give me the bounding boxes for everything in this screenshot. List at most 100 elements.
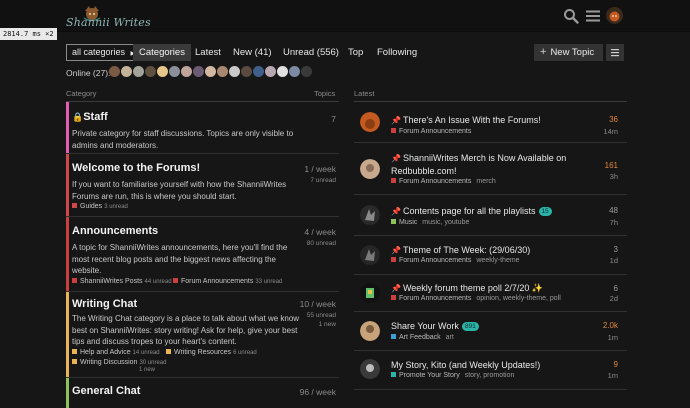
topic-tags[interactable]: weekly-theme (476, 257, 519, 264)
topic-title[interactable]: 📌 ShanniiWrites Merch is Now Available on… (391, 152, 571, 177)
topic-title[interactable]: Share Your Work 891 (391, 320, 571, 332)
reply-count[interactable]: 36 (609, 115, 618, 124)
topic-avatar[interactable] (360, 283, 380, 303)
online-avatar[interactable] (205, 66, 216, 77)
online-avatar[interactable] (301, 66, 312, 77)
nav-latest[interactable]: Latest (195, 44, 221, 61)
unread-count: 7 unread (310, 177, 336, 184)
topic-tags[interactable]: music, youtube (422, 219, 469, 226)
topic-category[interactable]: Art Feedback art (391, 334, 454, 341)
activity-age[interactable]: 1d (610, 256, 618, 265)
nav-new[interactable]: New (41) (233, 44, 272, 61)
topic-category[interactable]: Promote Your Story story, promotion (391, 372, 514, 379)
topic-avatar[interactable] (360, 112, 380, 132)
online-avatar[interactable] (289, 66, 300, 77)
topic-avatar[interactable] (360, 159, 380, 179)
latest-topic-row[interactable]: 📌 ShanniiWrites Merch is Now Available on… (354, 143, 627, 195)
reply-count[interactable]: 3 (614, 245, 618, 254)
online-avatar[interactable] (133, 66, 144, 77)
topic-title[interactable]: 📌 Weekly forum theme poll 2/7/20 ✨ (391, 282, 571, 295)
topic-title[interactable]: 📌 Theme of The Week: (29/06/30) (391, 244, 571, 257)
category-title[interactable]: Writing Chat (72, 298, 137, 310)
latest-topic-row[interactable]: 📌 Contents page for all the playlists 15 M… (354, 195, 627, 236)
topic-title[interactable]: My Story, Kito (and Weekly Updates!) (391, 359, 571, 371)
topic-avatar[interactable] (360, 321, 380, 341)
online-avatar[interactable] (181, 66, 192, 77)
topic-category[interactable]: Forum Announcements opinion, weekly-theme… (391, 295, 561, 302)
online-avatar[interactable] (277, 66, 288, 77)
category-row-general-chat[interactable]: General Chat 96 / week (66, 378, 339, 408)
category-title[interactable]: General Chat (72, 385, 140, 397)
online-avatar[interactable] (241, 66, 252, 77)
subcategory-link[interactable]: Guides 3 unread (72, 203, 128, 210)
site-logo[interactable]: Shannii Writes (66, 5, 151, 29)
online-avatar[interactable] (229, 66, 240, 77)
topic-tags[interactable]: merch (476, 178, 495, 185)
reply-count[interactable]: 6 (614, 284, 618, 293)
search-icon[interactable] (563, 8, 579, 24)
subcategory-link[interactable]: Writing Resources 6 unread (166, 349, 257, 356)
latest-topic-row[interactable]: Share Your Work 891 Art Feedback art 2.0k … (354, 312, 627, 351)
reply-count[interactable]: 48 (609, 206, 618, 215)
activity-age[interactable]: 7h (610, 218, 618, 227)
topic-tags[interactable]: opinion, weekly-theme, poll (476, 295, 560, 302)
subcategory-link[interactable]: Forum Announcements 33 unread (173, 278, 282, 285)
activity-age[interactable]: 3h (610, 172, 618, 181)
category-title[interactable]: Announcements (72, 225, 158, 237)
topic-category[interactable]: Forum Announcements weekly-theme (391, 257, 520, 264)
category-row-staff[interactable]: 🔒Staff Private category for staff discus… (66, 102, 339, 154)
topic-title[interactable]: 📌 There's An Issue With the Forums! (391, 114, 571, 127)
online-avatar[interactable] (193, 66, 204, 77)
nav-top[interactable]: Top (348, 44, 363, 61)
hamburger-menu-icon[interactable] (585, 8, 601, 24)
latest-topic-row[interactable]: My Story, Kito (and Weekly Updates!) Pro… (354, 351, 627, 390)
latest-topic-row[interactable]: 📌 There's An Issue With the Forums! Forum… (354, 102, 627, 143)
activity-age[interactable]: 14m (603, 127, 618, 136)
reply-count[interactable]: 9 (614, 360, 618, 369)
nav-unread[interactable]: Unread (556) (283, 44, 339, 61)
topic-category[interactable]: Forum Announcements (391, 128, 471, 135)
activity-age[interactable]: 1m (608, 333, 618, 342)
subcategory-link[interactable]: ShanniiWrites Posts 44 unread (72, 278, 172, 285)
online-avatar[interactable] (217, 66, 228, 77)
activity-age[interactable]: 2d (610, 294, 618, 303)
user-avatar[interactable] (606, 7, 623, 24)
latest-topic-row[interactable]: 📌 Theme of The Week: (29/06/30) Forum Ann… (354, 236, 627, 275)
topic-avatar[interactable] (360, 205, 380, 225)
topic-tags[interactable]: story, promotion (465, 372, 515, 379)
nav-following[interactable]: Following (377, 44, 417, 61)
online-avatar[interactable] (169, 66, 180, 77)
reply-count[interactable]: 2.0k (603, 321, 618, 330)
topic-avatar[interactable] (360, 359, 380, 379)
topic-tags[interactable]: art (446, 334, 454, 341)
category-row-writing-chat[interactable]: Writing Chat The Writing Chat category i… (66, 292, 339, 378)
latest-topic-row[interactable]: 📌 Weekly forum theme poll 2/7/20 ✨ Forum … (354, 275, 627, 312)
unread-badge[interactable]: 15 (538, 207, 552, 216)
list-icon (611, 49, 619, 57)
online-avatar[interactable] (109, 66, 120, 77)
new-topic-button[interactable]: + New Topic (534, 44, 603, 61)
list-menu-button[interactable] (606, 44, 624, 61)
nav-categories[interactable]: Categories (133, 44, 191, 61)
online-avatar[interactable] (253, 66, 264, 77)
online-avatar[interactable] (157, 66, 168, 77)
online-avatar[interactable] (145, 66, 156, 77)
category-title[interactable]: Welcome to the Forums! (72, 162, 200, 174)
online-avatar[interactable] (121, 66, 132, 77)
topic-avatar[interactable] (360, 245, 380, 265)
topic-title[interactable]: 📌 Contents page for all the playlists 15 (391, 205, 571, 218)
subcategory-swatch (72, 203, 77, 208)
category-row-announcements[interactable]: Announcements A topic for ShanniiWrites … (66, 217, 339, 292)
topic-category[interactable]: Forum Announcements merch (391, 178, 496, 185)
category-row-welcome[interactable]: Welcome to the Forums! If you want to fa… (66, 154, 339, 217)
subcategory-link[interactable]: Help and Advice 14 unread (72, 349, 160, 356)
unread-badge[interactable]: 891 (461, 322, 479, 331)
reply-count[interactable]: 161 (605, 161, 618, 170)
subcategory-link[interactable]: Writing Discussion 30 unread (72, 359, 166, 366)
category-dropdown[interactable]: all categories ▶ (66, 44, 142, 61)
category-title[interactable]: 🔒Staff (72, 111, 108, 123)
online-avatar[interactable] (265, 66, 276, 77)
topic-category[interactable]: Music music, youtube (391, 219, 469, 226)
activity-age[interactable]: 1m (608, 371, 618, 380)
category-swatch (391, 128, 396, 133)
